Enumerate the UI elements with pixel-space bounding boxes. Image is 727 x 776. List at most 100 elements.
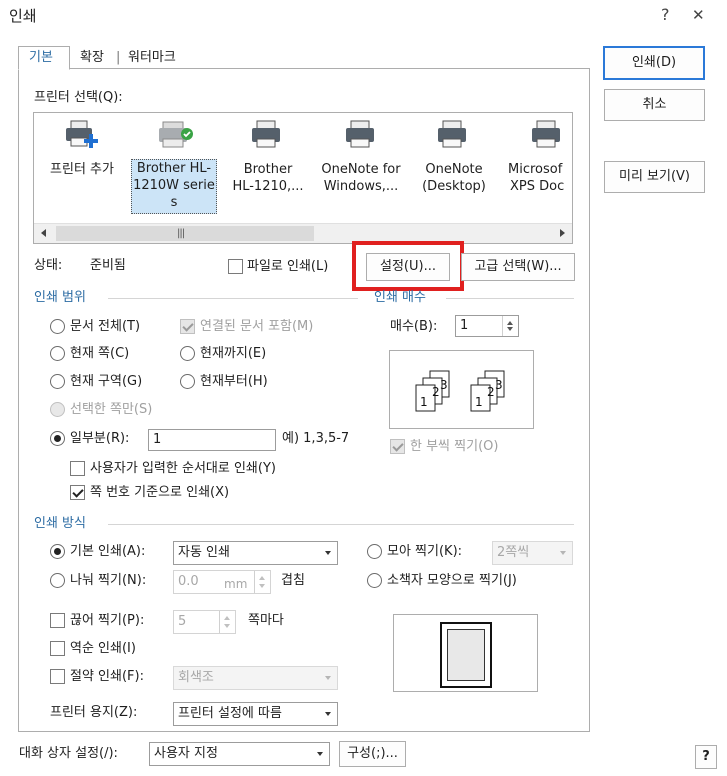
up-to-current-label[interactable]: 현재까지(E)	[200, 346, 266, 362]
overlap-label: 겹침	[281, 573, 305, 588]
dialog-setting-select[interactable]: 사용자 지정	[149, 742, 330, 766]
printer-icon	[438, 120, 466, 148]
paper-value: 프린터 설정에 따름	[178, 706, 282, 721]
radio-up-to-current[interactable]	[180, 346, 195, 361]
copies-input[interactable]: 1	[455, 315, 519, 337]
page-number-order-checkbox[interactable]	[70, 485, 85, 500]
save-print-checkbox[interactable]	[50, 669, 65, 684]
status-value: 준비됨	[90, 258, 126, 273]
tab-basic-label: 기본	[29, 50, 53, 65]
collate-page-2a: 2	[432, 385, 440, 399]
dialog-setting-value: 사용자 지정	[154, 746, 218, 761]
collate-page-1b: 1	[475, 395, 483, 409]
printer-item-add-label: 프린터 추가	[50, 162, 114, 177]
chevron-down-icon	[325, 712, 331, 716]
advanced-button[interactable]: 고급 선택(W)...	[461, 253, 575, 281]
split-unit: mm	[224, 577, 248, 591]
basic-print-label[interactable]: 기본 인쇄(A):	[70, 544, 145, 560]
whole-doc-label[interactable]: 문서 전체(T)	[70, 319, 140, 335]
page-number-order-label[interactable]: 쪽 번호 기준으로 인쇄(X)	[90, 485, 229, 501]
radio-gather[interactable]	[367, 544, 382, 559]
collate-label: 한 부씩 찍기(O)	[410, 439, 499, 454]
printer-item-onenote-desktop-line1: OneNote	[425, 162, 483, 177]
gather-label[interactable]: 모아 찍기(K):	[387, 544, 462, 560]
scroll-left-icon[interactable]	[34, 224, 54, 243]
print-method-divider	[108, 524, 574, 525]
scroll-right-icon[interactable]	[552, 224, 572, 243]
print-method-title: 인쇄 방식	[34, 516, 86, 531]
from-current-label[interactable]: 현재부터(H)	[200, 374, 268, 390]
copies-title: 인쇄 매수	[374, 290, 426, 305]
gather-value: 2쪽씩	[497, 545, 530, 560]
dialog-setting-label: 대화 상자 설정(/):	[19, 746, 118, 761]
current-page-label[interactable]: 현재 쪽(C)	[70, 346, 129, 362]
radio-current-section[interactable]	[50, 374, 65, 389]
split-value: 0.0	[178, 574, 199, 589]
page-preview-sheet	[440, 622, 492, 688]
radio-booklet[interactable]	[367, 573, 382, 588]
window-title: 인쇄	[9, 7, 37, 25]
linked-docs-checkbox	[180, 319, 195, 334]
radio-basic-print[interactable]	[50, 544, 65, 559]
print-to-file-checkbox[interactable]	[228, 259, 243, 274]
print-to-file-label[interactable]: 파일로 인쇄(L)	[247, 259, 328, 275]
chevron-down-icon	[325, 676, 331, 680]
cut-value: 5	[178, 614, 187, 629]
cut-print-checkbox[interactable]	[50, 613, 65, 628]
radio-whole-doc[interactable]	[50, 319, 65, 334]
radio-partial[interactable]	[50, 431, 65, 446]
printer-item-xps[interactable]: Microsof XPS Doc	[508, 161, 572, 195]
reverse-print-label[interactable]: 역순 인쇄(I)	[70, 641, 136, 657]
cancel-button[interactable]: 취소	[604, 89, 705, 121]
printer-item-brother[interactable]: Brother HL-1210,...	[222, 161, 314, 195]
tab-extended[interactable]: 확장	[80, 50, 104, 66]
tab-separator: |	[116, 50, 121, 65]
printer-item-add[interactable]: 프린터 추가	[36, 161, 128, 178]
configure-button[interactable]: 구성(;)...	[339, 741, 406, 767]
split-input: 0.0 mm	[173, 570, 271, 594]
current-section-label[interactable]: 현재 구역(G)	[70, 374, 142, 390]
copies-spinner[interactable]	[502, 316, 518, 336]
save-print-label[interactable]: 절약 인쇄(F):	[70, 669, 144, 685]
tab-watermark[interactable]: 워터마크	[128, 50, 176, 66]
tab-basic[interactable]: 기본	[18, 46, 70, 70]
gather-select: 2쪽씩	[492, 541, 573, 565]
booklet-label[interactable]: 소책자 모양으로 찍기(J)	[387, 573, 517, 589]
partial-input[interactable]: 1	[148, 429, 276, 451]
basic-print-select[interactable]: 자동 인쇄	[173, 541, 338, 565]
printer-item-onenote-windows[interactable]: OneNote for Windows,...	[314, 161, 408, 195]
save-print-value: 회색조	[178, 670, 214, 685]
paper-select[interactable]: 프린터 설정에 따름	[173, 702, 338, 726]
radio-split[interactable]	[50, 573, 65, 588]
printer-add-icon	[66, 120, 98, 148]
scroll-thumb[interactable]: |||	[56, 226, 314, 241]
printer-list-scrollbar[interactable]: |||	[34, 223, 572, 243]
printer-item-onenote-desktop[interactable]: OneNote (Desktop)	[410, 161, 498, 195]
reverse-print-checkbox[interactable]	[50, 641, 65, 656]
help-button[interactable]: ?	[695, 745, 717, 769]
collate-preview: 3 2 1 3 2 1	[389, 350, 534, 429]
user-order-checkbox[interactable]	[70, 461, 85, 476]
radio-current-page[interactable]	[50, 346, 65, 361]
printer-item-brother-w-line3: s	[170, 195, 178, 210]
radio-from-current[interactable]	[180, 374, 195, 389]
chevron-down-icon	[560, 551, 566, 555]
printer-select-label: 프린터 선택(Q):	[34, 90, 123, 105]
help-icon[interactable]: ?	[661, 7, 670, 23]
user-order-label[interactable]: 사용자가 입력한 순서대로 인쇄(Y)	[90, 461, 276, 477]
printer-item-brother-w-line2: 1210W serie	[133, 178, 215, 193]
close-icon[interactable]: ✕	[692, 7, 705, 23]
split-label[interactable]: 나눠 찍기(N):	[70, 573, 146, 589]
printer-list[interactable]: 프린터 추가 Brother HL- 1210W serie s Brother…	[33, 112, 573, 244]
cut-input: 5	[173, 610, 236, 634]
split-spinner	[254, 571, 270, 593]
print-button[interactable]: 인쇄(D)	[603, 46, 705, 80]
cut-print-label[interactable]: 끊어 찍기(P):	[70, 613, 144, 629]
preview-button[interactable]: 미리 보기(V)	[604, 161, 705, 193]
printer-item-xps-line1: Microsof	[508, 162, 563, 177]
partial-label[interactable]: 일부분(R):	[70, 431, 129, 447]
collate-page-3a: 3	[440, 378, 448, 392]
partial-example: 예) 1,3,5-7	[282, 431, 350, 446]
printer-item-brother-w[interactable]: Brother HL- 1210W serie s	[131, 159, 217, 214]
printer-item-brother-w-line1: Brother HL-	[136, 161, 212, 176]
